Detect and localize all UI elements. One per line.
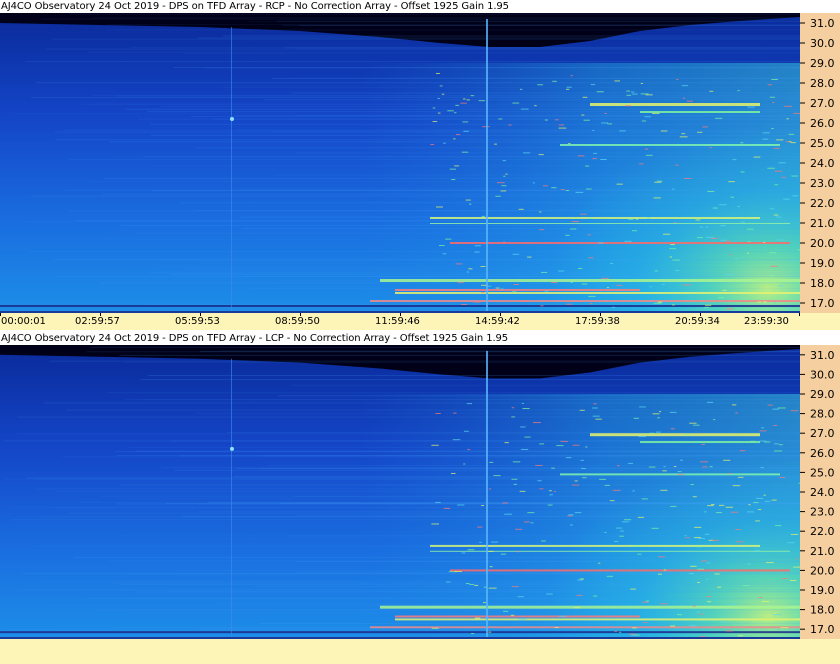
frequency-tick-label: 29.0: [810, 57, 835, 70]
frequency-tick-label: 21.0: [810, 217, 835, 230]
frequency-axis: 31.0 30.0 29.0 28.0 27.0 26.0 25.0 24.0 23.0 22.0…: [800, 13, 840, 313]
frequency-tick-label: 28.0: [810, 77, 835, 90]
frequency-tick-label: 17.0: [810, 623, 835, 636]
frequency-tick-label: 28.0: [810, 408, 835, 421]
time-axis-empty: [0, 639, 840, 664]
frequency-tick-label: 30.0: [810, 368, 835, 381]
panel-title: AJ4CO Observatory 24 Oct 2019 - DPS on T…: [1, 1, 509, 12]
frequency-tick-label: 29.0: [810, 388, 835, 401]
frequency-tick-label: 23.0: [810, 506, 835, 519]
frequency-axis: 31.0 30.0 29.0 28.0 27.0 26.0 25.0 24.0 23.0 22.0…: [800, 345, 840, 639]
time-tick: [799, 313, 800, 316]
time-tick-label: 05:59:53: [175, 316, 220, 327]
spectrogram-panel-lcp: AJ4CO Observatory 24 Oct 2019 - DPS on T…: [0, 332, 840, 664]
frequency-tick-label: 19.0: [810, 584, 835, 597]
frequency-tick-label: 18.0: [810, 604, 835, 617]
panel-title: AJ4CO Observatory 24 Oct 2019 - DPS on T…: [1, 333, 509, 344]
time-tick-label: 11:59:46: [375, 316, 420, 327]
time-tick: [600, 313, 601, 316]
time-tick: [100, 313, 101, 316]
frequency-tick-label: 31.0: [810, 17, 835, 30]
frequency-tick-label: 18.0: [810, 277, 835, 290]
spectrogram-image: [0, 13, 800, 313]
time-tick: [300, 313, 301, 316]
frequency-tick-label: 19.0: [810, 257, 835, 270]
frequency-tick-label: 31.0: [810, 349, 835, 362]
spectrogram-image: [0, 345, 800, 639]
frequency-tick-label: 21.0: [810, 545, 835, 558]
time-tick-label: 08:59:50: [275, 316, 320, 327]
frequency-tick-label: 27.0: [810, 427, 835, 440]
time-tick: [200, 313, 201, 316]
frequency-tick-label: 22.0: [810, 197, 835, 210]
frequency-tick-label: 25.0: [810, 137, 835, 150]
frequency-tick-label: 22.0: [810, 525, 835, 538]
frequency-tick-label: 17.0: [810, 297, 835, 310]
frequency-tick-label: 26.0: [810, 447, 835, 460]
time-tick: [700, 313, 701, 316]
frequency-tick-label: 23.0: [810, 177, 835, 190]
frequency-tick-label: 24.0: [810, 486, 835, 499]
frequency-tick-label: 30.0: [810, 37, 835, 50]
time-tick: [0, 313, 1, 316]
time-tick-label: 00:00:01: [1, 316, 46, 327]
spectrogram-panel-rcp: AJ4CO Observatory 24 Oct 2019 - DPS on T…: [0, 0, 840, 330]
time-tick-label: 23:59:30: [744, 316, 789, 327]
frequency-tick-label: 26.0: [810, 117, 835, 130]
time-axis: 00:00:01 02:59:57 05:59:53 08:59:50 11:59:46…: [0, 313, 840, 330]
time-tick-label: 14:59:42: [475, 316, 520, 327]
time-tick: [500, 313, 501, 316]
time-tick-label: 02:59:57: [75, 316, 120, 327]
frequency-tick-label: 24.0: [810, 157, 835, 170]
frequency-tick-label: 27.0: [810, 97, 835, 110]
frequency-tick-label: 25.0: [810, 466, 835, 479]
time-tick-label: 17:59:38: [575, 316, 620, 327]
time-tick: [400, 313, 401, 316]
time-tick-label: 20:59:34: [675, 316, 720, 327]
frequency-tick-label: 20.0: [810, 564, 835, 577]
frequency-tick-label: 20.0: [810, 237, 835, 250]
